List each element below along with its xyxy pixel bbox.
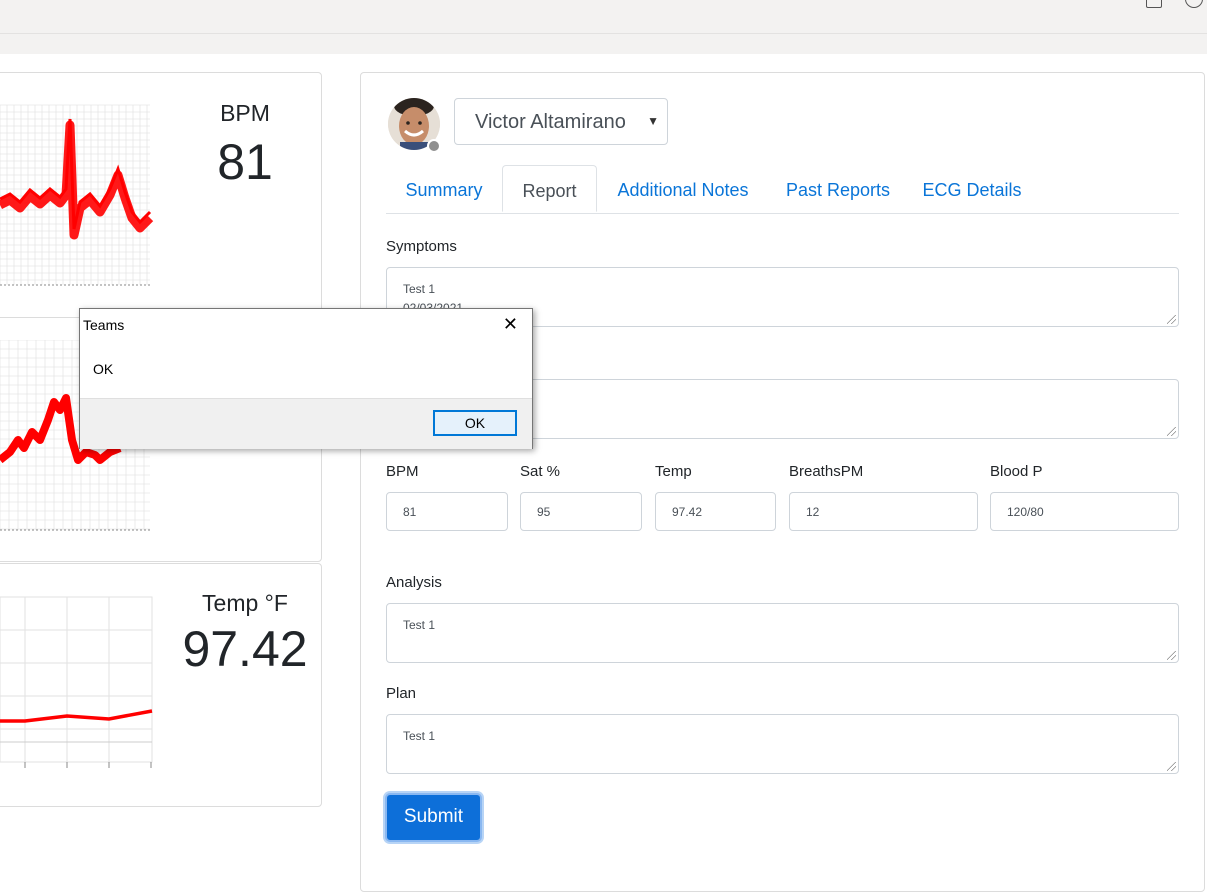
resize-grip-icon[interactable] bbox=[1167, 315, 1176, 324]
dialog-ok-button[interactable]: OK bbox=[433, 410, 517, 436]
temp-value: 97.42 bbox=[182, 621, 308, 677]
bpm-label: BPM bbox=[220, 100, 270, 126]
plot-frame bbox=[0, 596, 153, 763]
caret-down-icon: ▼ bbox=[647, 114, 659, 128]
symptoms-line-1: Test 1 bbox=[403, 282, 436, 296]
teams-dialog: Teams ✕ OK OK bbox=[79, 308, 533, 449]
tab-report[interactable]: Report bbox=[502, 165, 597, 212]
plan-value: Test 1 bbox=[403, 729, 436, 743]
temp-field-label: Temp bbox=[655, 463, 692, 480]
dialog-title: Teams bbox=[83, 317, 125, 333]
top-bar bbox=[0, 0, 1207, 54]
patient-name: Victor Altamirano bbox=[475, 111, 626, 133]
circle-icon[interactable] bbox=[1185, 0, 1203, 8]
temp-input[interactable]: 97.42 bbox=[655, 492, 776, 531]
presence-status-dot bbox=[427, 139, 441, 153]
temp-trace bbox=[0, 709, 153, 723]
submit-button[interactable]: Submit bbox=[385, 793, 482, 842]
breaths-input[interactable]: 12 bbox=[789, 492, 978, 531]
bpm-input[interactable]: 81 bbox=[386, 492, 508, 531]
resize-grip-icon[interactable] bbox=[1167, 427, 1176, 436]
bloodp-input[interactable]: 120/80 bbox=[990, 492, 1179, 531]
temp-chart bbox=[0, 596, 153, 768]
tab-summary[interactable]: Summary bbox=[386, 165, 502, 213]
temp-label: Temp °F bbox=[202, 590, 288, 616]
report-tabs: Summary Report Additional Notes Past Rep… bbox=[386, 165, 1179, 214]
breaths-field-label: BreathsPM bbox=[789, 463, 864, 480]
patient-select[interactable]: Victor Altamirano ▼ bbox=[454, 98, 668, 145]
resize-grip-icon[interactable] bbox=[1167, 651, 1176, 660]
plan-label: Plan bbox=[386, 685, 417, 702]
sat-field-label: Sat % bbox=[520, 463, 561, 480]
analysis-label: Analysis bbox=[386, 574, 442, 591]
tab-ecg-details[interactable]: ECG Details bbox=[907, 165, 1037, 213]
plan-textarea[interactable]: Test 1 bbox=[386, 714, 1179, 774]
analysis-textarea[interactable]: Test 1 bbox=[386, 603, 1179, 663]
bpm-field-label: BPM bbox=[386, 463, 419, 480]
resize-grip-icon[interactable] bbox=[1167, 762, 1176, 771]
close-icon[interactable]: ✕ bbox=[503, 315, 518, 333]
tab-additional-notes[interactable]: Additional Notes bbox=[597, 165, 769, 213]
dialog-message: OK bbox=[93, 361, 114, 377]
dialog-footer: OK bbox=[80, 398, 532, 449]
symptoms-label: Symptoms bbox=[386, 238, 457, 255]
sat-input[interactable]: 95 bbox=[520, 492, 642, 531]
window-icon[interactable] bbox=[1146, 0, 1162, 8]
ecg-chart bbox=[0, 104, 154, 286]
bloodp-field-label: Blood P bbox=[990, 463, 1043, 480]
bpm-value: 81 bbox=[217, 134, 273, 190]
tab-past-reports[interactable]: Past Reports bbox=[769, 165, 907, 213]
top-bar-divider bbox=[0, 33, 1207, 34]
analysis-value: Test 1 bbox=[403, 618, 436, 632]
